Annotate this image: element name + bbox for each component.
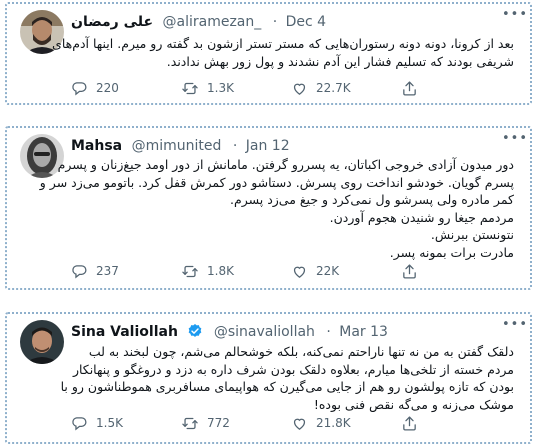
tweet-date[interactable]: Mar 13 [339, 324, 388, 340]
tweet-date[interactable]: Jan 12 [246, 138, 290, 154]
like-count: 21.8K [316, 416, 351, 430]
retweet-icon [182, 417, 198, 429]
tweet-actions: 1.5K 772 21.8K [71, 414, 510, 432]
tweet-text-line: مردم خسته از تلخی‌ها میارم، بعلاوه دلقک … [72, 361, 514, 377]
author-handle[interactable]: @aliramezan_ [163, 14, 262, 30]
share-button[interactable] [401, 262, 426, 280]
retweet-icon [182, 265, 198, 277]
reply-count: 220 [96, 81, 119, 95]
more-options-icon[interactable]: ••• [502, 8, 527, 22]
tweet-actions: 237 1.8K 22K [71, 262, 510, 280]
share-button[interactable] [401, 79, 426, 97]
tweet-text: بعد از کرونا، دونه دونه رستوران‌هایی که … [52, 35, 514, 70]
reply-icon [72, 264, 87, 278]
share-button[interactable] [401, 414, 426, 432]
tweet-text-line: موشک می‌زنه و می‌گه نقص فنی بوده! [313, 396, 514, 412]
like-button[interactable]: 22K [291, 262, 339, 280]
retweet-count: 1.3K [207, 81, 234, 95]
verified-badge-icon [189, 324, 202, 337]
tweet-text-line: کمر مادره ولی پسرشو ول نمی‌کرد و جیغ می‌… [229, 192, 514, 207]
tweet-header: Sina Valiollah @sinavaliollah · Mar 13 [71, 322, 388, 342]
tweet-actions: 220 1.3K 22.7K [71, 79, 510, 97]
tweet-card[interactable]: علی رمضان @aliramezan_ · Dec 4 ••• بعد ا… [5, 2, 532, 105]
share-icon [403, 415, 416, 431]
share-icon [403, 263, 416, 279]
retweet-count: 1.8K [207, 264, 234, 278]
separator-dot: · [232, 138, 238, 154]
heart-icon [293, 83, 306, 95]
tweet-text: دور میدون آزادی خروجی اکباتان، یه پسررو … [39, 156, 514, 261]
tweet-card[interactable]: Mahsa @mimunited · Jan 12 ••• دور میدون … [5, 126, 532, 290]
tweet-text-line: مادرت برات بمونه پسر. [389, 244, 514, 260]
tweet-text: دلقک گفتن به من نه تنها ناراحتم نمی‌کنه،… [60, 343, 514, 413]
tweet-header: Mahsa @mimunited · Jan 12 [71, 136, 290, 156]
more-options-icon[interactable]: ••• [502, 318, 527, 332]
reply-button[interactable]: 237 [71, 262, 119, 280]
share-icon [403, 80, 416, 96]
tweet-text-line: شریفی بودند که تسلیم فشار این آدم نشدند … [166, 53, 514, 69]
reply-button[interactable]: 220 [71, 79, 119, 97]
tweet-text-line: دور میدون آزادی خروجی اکباتان، یه پسررو … [57, 157, 514, 172]
more-options-icon[interactable]: ••• [502, 132, 527, 146]
tweet-card[interactable]: Sina Valiollah @sinavaliollah · Mar 13 •… [5, 312, 532, 444]
author-handle[interactable]: @sinavaliollah [214, 324, 315, 340]
separator-dot: · [326, 324, 331, 340]
author-name[interactable]: Sina Valiollah [71, 324, 178, 340]
reply-count: 237 [96, 264, 119, 278]
retweet-icon [182, 82, 198, 94]
author-name[interactable]: علی رمضان [71, 14, 153, 30]
heart-icon [293, 418, 306, 430]
retweet-button[interactable]: 1.3K [181, 79, 234, 97]
tweet-date[interactable]: Dec 4 [286, 14, 326, 30]
reply-button[interactable]: 1.5K [71, 414, 123, 432]
tweet-text-line: بعد از کرونا، دونه دونه رستوران‌هایی که … [52, 36, 514, 51]
retweet-button[interactable]: 772 [181, 414, 230, 432]
author-name[interactable]: Mahsa [71, 138, 122, 154]
tweet-header: علی رمضان @aliramezan_ · Dec 4 [71, 12, 326, 32]
tweet-text-line: مردمم جیغا رو شنیدن هجوم آوردن. [329, 209, 514, 225]
heart-icon [293, 266, 306, 278]
like-count: 22K [316, 264, 340, 278]
tweet-text-line: بودن که تازه پولشون رو هم از جایی می‌گیر… [60, 379, 514, 394]
retweet-count: 772 [207, 416, 230, 430]
like-button[interactable]: 22.7K [291, 79, 351, 97]
reply-icon [72, 416, 87, 430]
avatar[interactable] [20, 320, 64, 364]
like-count: 22.7K [316, 81, 351, 95]
tweet-text-line: دلقک گفتن به من نه تنها ناراحتم نمی‌کنه،… [88, 344, 514, 359]
tweet-text-line: پسرم گویان. خودشو انداخت روی پسرش. دستاش… [39, 174, 514, 190]
tweet-text-line: نتونستن ببرنش. [430, 227, 514, 242]
reply-icon [72, 81, 87, 95]
retweet-button[interactable]: 1.8K [181, 262, 234, 280]
author-handle[interactable]: @mimunited [132, 138, 222, 154]
like-button[interactable]: 21.8K [291, 414, 351, 432]
separator-dot: · [272, 14, 278, 30]
reply-count: 1.5K [96, 416, 123, 430]
